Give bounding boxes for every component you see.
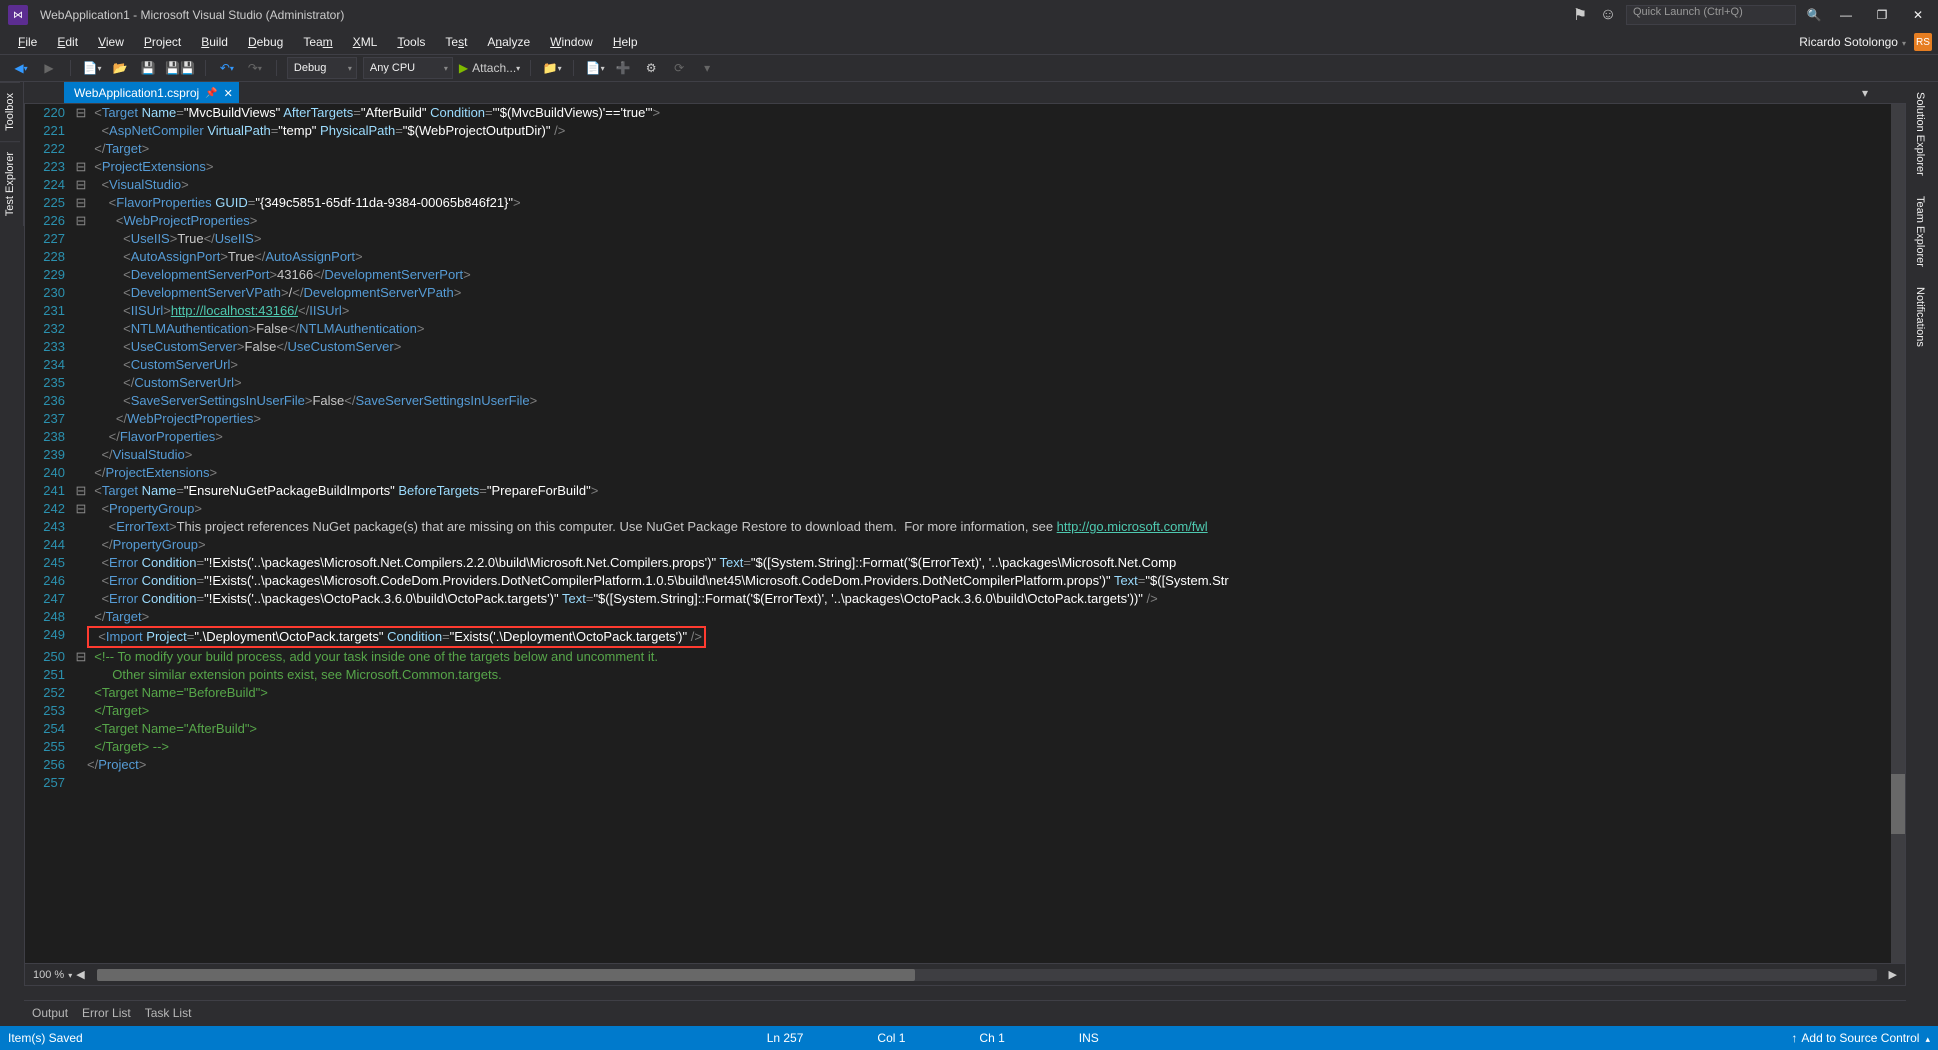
left-tool-well: Toolbox Test Explorer [0, 82, 24, 226]
minimize-button[interactable]: ― [1832, 5, 1860, 25]
toolbar-overflow[interactable]: ▾ [696, 57, 718, 79]
menu-project[interactable]: Project [134, 33, 191, 51]
menu-test[interactable]: Test [435, 33, 477, 51]
quick-launch-input[interactable]: Quick Launch (Ctrl+Q) [1626, 5, 1796, 25]
nav-back-button[interactable]: ◀▾ [10, 57, 32, 79]
status-bar: Item(s) Saved Ln 257 Col 1 Ch 1 INS Add … [0, 1026, 1938, 1050]
undo-button[interactable]: ↶▾ [216, 57, 238, 79]
hscroll-left-icon[interactable]: ◀ [76, 968, 84, 981]
editor-status-strip: 100 % ◀ ▶ [25, 963, 1905, 985]
menu-xml[interactable]: XML [343, 33, 388, 51]
solution-explorer-tab[interactable]: Solution Explorer [1910, 82, 1930, 186]
nav-forward-button[interactable]: ▶ [38, 57, 60, 79]
show-all-button[interactable]: ⚙ [640, 57, 662, 79]
document-tab-well: WebApplication1.csproj 📌 ✕ ▾ [64, 82, 1874, 104]
menu-edit[interactable]: Edit [47, 33, 88, 51]
team-explorer-tab[interactable]: Team Explorer [1910, 186, 1930, 277]
menu-window[interactable]: Window [540, 33, 603, 51]
search-icon[interactable]: 🔍 [1804, 5, 1824, 25]
output-tab[interactable]: Output [32, 1006, 68, 1020]
menu-help[interactable]: Help [603, 33, 648, 51]
tab-label: WebApplication1.csproj [74, 86, 199, 100]
vs-logo-icon: ⋈ [8, 5, 28, 25]
tab-dropdown-icon[interactable]: ▾ [1856, 82, 1874, 104]
add-existing-button[interactable]: ➕ [612, 57, 634, 79]
status-ch: Ch 1 [979, 1031, 1004, 1045]
vertical-scrollbar[interactable] [1891, 104, 1905, 963]
add-to-source-control[interactable]: Add to Source Control [1791, 1031, 1930, 1045]
browse-button[interactable]: 📁▾ [541, 57, 563, 79]
menu-team[interactable]: Team [293, 33, 342, 51]
feedback-icon[interactable]: ☺ [1598, 5, 1618, 25]
status-col: Col 1 [877, 1031, 905, 1045]
window-title: WebApplication1 - Microsoft Visual Studi… [40, 8, 344, 22]
new-project-button[interactable]: 📄▾ [81, 57, 103, 79]
hscroll-right-icon[interactable]: ▶ [1889, 968, 1897, 981]
status-line: Ln 257 [767, 1031, 804, 1045]
save-button[interactable]: 💾 [137, 57, 159, 79]
refresh-button[interactable]: ⟳ [668, 57, 690, 79]
new-item-button[interactable]: 📄▾ [584, 57, 606, 79]
horizontal-scrollbar[interactable] [97, 969, 1877, 981]
bottom-tool-tabs: Output Error List Task List [24, 1000, 1906, 1024]
menu-file[interactable]: File [8, 33, 47, 51]
open-file-button[interactable]: 📂 [109, 57, 131, 79]
redo-button[interactable]: ↷▾ [244, 57, 266, 79]
menu-view[interactable]: View [88, 33, 134, 51]
solution-platform-dropdown[interactable]: Any CPU [363, 57, 453, 79]
test-explorer-tab[interactable]: Test Explorer [0, 141, 20, 226]
toolbox-tab[interactable]: Toolbox [0, 82, 20, 141]
standard-toolbar: ◀▾ ▶ 📄▾ 📂 💾 💾💾 ↶▾ ↷▾ Debug Any CPU ▶Atta… [0, 54, 1938, 82]
menu-build[interactable]: Build [191, 33, 238, 51]
pin-icon[interactable]: 📌 [205, 88, 217, 99]
status-message: Item(s) Saved [8, 1031, 83, 1045]
close-tab-icon[interactable]: ✕ [224, 87, 233, 100]
titlebar: ⋈ WebApplication1 - Microsoft Visual Stu… [0, 0, 1938, 30]
zoom-dropdown[interactable]: 100 % [33, 969, 72, 981]
task-list-tab[interactable]: Task List [145, 1006, 192, 1020]
menu-debug[interactable]: Debug [238, 33, 293, 51]
menu-analyze[interactable]: Analyze [477, 33, 540, 51]
document-tab[interactable]: WebApplication1.csproj 📌 ✕ [64, 82, 239, 104]
solution-config-dropdown[interactable]: Debug [287, 57, 357, 79]
menubar: File Edit View Project Build Debug Team … [0, 30, 1938, 54]
right-tool-well: Solution Explorer Team Explorer Notifica… [1910, 82, 1934, 357]
restore-button[interactable]: ❐ [1868, 5, 1896, 25]
notifications-flag-icon[interactable]: ⚑ [1570, 5, 1590, 25]
start-debug-button[interactable]: ▶Attach... ▾ [459, 57, 520, 79]
notifications-tab[interactable]: Notifications [1910, 277, 1930, 357]
user-avatar-badge[interactable]: RS [1914, 33, 1932, 51]
error-list-tab[interactable]: Error List [82, 1006, 131, 1020]
status-ins: INS [1079, 1031, 1099, 1045]
signed-in-user[interactable]: Ricardo Sotolongo [1799, 35, 1906, 49]
save-all-button[interactable]: 💾💾 [165, 57, 195, 79]
menu-tools[interactable]: Tools [387, 33, 435, 51]
code-editor[interactable]: 220⊟ <Target Name="MvcBuildViews" AfterT… [24, 103, 1906, 986]
close-button[interactable]: ✕ [1904, 5, 1932, 25]
